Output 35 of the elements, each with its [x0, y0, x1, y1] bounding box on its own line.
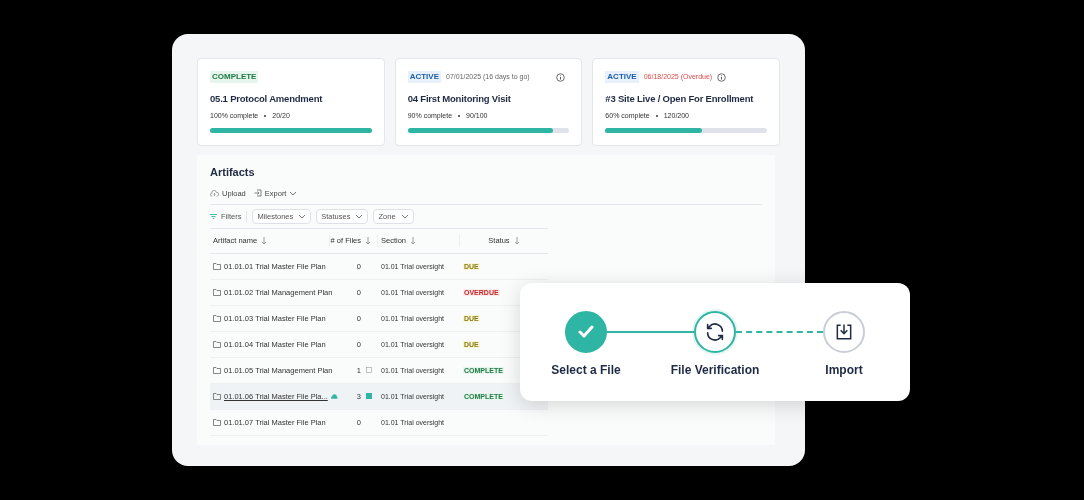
chevron-down-icon: [400, 213, 409, 219]
folder-icon: [213, 418, 221, 426]
folder-icon: [213, 392, 221, 400]
info-icon[interactable]: [717, 72, 727, 82]
sort-arrow-icon[interactable]: [365, 236, 371, 245]
export-icon: [253, 189, 262, 198]
download-tray-icon: [834, 322, 854, 342]
sort-arrow-icon[interactable]: [261, 236, 268, 245]
folder-icon: [213, 314, 221, 322]
filter-icon: [210, 213, 217, 219]
step-label: Import: [825, 362, 863, 379]
check-icon: [578, 325, 594, 339]
info-icon[interactable]: [556, 72, 566, 82]
chevron-down-icon: [289, 190, 298, 196]
file-icon[interactable]: [366, 393, 372, 400]
sync-icon: [704, 321, 726, 343]
status-badge: COMPLETE: [210, 71, 259, 83]
milestone-title: #3 Site Live / Open For Enrollment: [605, 92, 755, 105]
section-title: Artifacts: [210, 165, 256, 180]
status-badge: ACTIVE: [605, 71, 639, 83]
cloud-upload-icon: [210, 189, 219, 197]
folder-icon: [213, 366, 221, 374]
file-icon[interactable]: [366, 367, 372, 374]
chevron-down-icon: [355, 213, 364, 219]
folder-icon: [213, 262, 221, 270]
folder-icon: [213, 340, 221, 348]
step-label: Select a File: [551, 362, 621, 379]
sort-arrow-icon[interactable]: [410, 236, 417, 245]
milestone-title: 04 First Monitoring Visit: [407, 92, 512, 105]
sort-arrow-icon[interactable]: [513, 236, 520, 245]
status-badge: ACTIVE: [407, 71, 441, 83]
folder-icon: [213, 288, 221, 296]
step-label: File Verification: [670, 362, 760, 379]
chevron-down-icon: [298, 213, 307, 219]
milestone-title: 05.1 Protocol Amendment: [210, 92, 324, 105]
